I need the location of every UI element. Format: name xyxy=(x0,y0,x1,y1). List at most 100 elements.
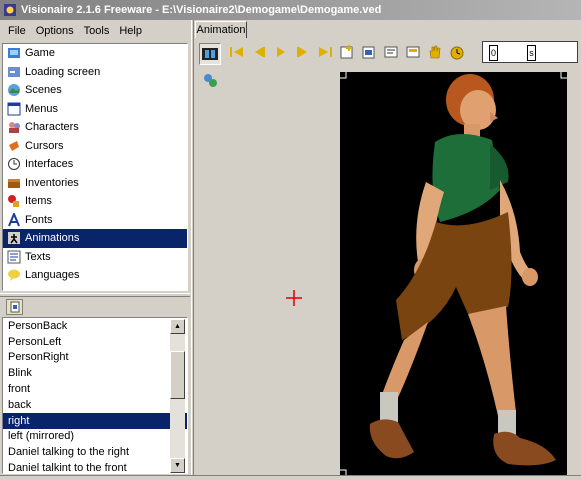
category-item-items[interactable]: Items xyxy=(3,192,187,211)
list-scrollbar[interactable]: ▲ ▼ xyxy=(170,319,185,473)
items-icon xyxy=(8,195,19,208)
animation-toolbar: 0 s xyxy=(226,40,581,64)
category-item-loading-screen[interactable]: Loading screen xyxy=(3,63,187,82)
category-item-cursors[interactable]: Cursors xyxy=(3,137,187,156)
timer-button[interactable] xyxy=(446,41,468,63)
menus-icon xyxy=(7,102,21,116)
frame-marker[interactable]: 0 xyxy=(489,45,498,61)
add-frame-button[interactable] xyxy=(336,41,358,63)
frame-properties-icon xyxy=(384,46,398,58)
last-frame-button[interactable] xyxy=(314,41,336,63)
new-document-icon xyxy=(10,301,20,313)
category-item-scenes[interactable]: Scenes xyxy=(3,81,187,100)
category-label: Animations xyxy=(25,232,80,245)
next-frame-button[interactable] xyxy=(292,41,314,63)
category-label: Menus xyxy=(25,102,59,115)
frame-preview xyxy=(340,72,567,476)
menu-file[interactable]: File xyxy=(3,23,31,39)
category-label: Interfaces xyxy=(25,158,74,171)
vertical-divider[interactable] xyxy=(191,20,194,480)
insert-frame-button[interactable] xyxy=(358,41,380,63)
category-item-menus[interactable]: Menus xyxy=(3,100,187,119)
insert-frame-icon xyxy=(362,46,375,59)
frame-properties-button[interactable] xyxy=(380,41,402,63)
first-frame-icon xyxy=(230,47,243,57)
category-label: Fonts xyxy=(25,213,53,226)
list-item[interactable]: PersonBack xyxy=(3,318,187,334)
category-label: Cursors xyxy=(25,139,64,152)
category-label: Characters xyxy=(25,121,79,134)
scroll-up-button[interactable]: ▲ xyxy=(170,319,185,334)
character-preview-button[interactable] xyxy=(199,70,221,92)
hand-icon xyxy=(429,45,441,59)
category-item-languages[interactable]: Languages xyxy=(3,266,187,285)
list-item[interactable]: Daniel talking to the right xyxy=(3,444,187,460)
list-item[interactable]: back xyxy=(3,397,187,413)
game-icon xyxy=(8,48,20,59)
status-bar xyxy=(0,475,581,480)
editor-tool-column xyxy=(196,40,222,476)
next-frame-icon xyxy=(297,47,307,57)
panel-splitter[interactable] xyxy=(0,293,190,297)
inventories-icon xyxy=(8,178,20,188)
characters-icon xyxy=(9,122,20,134)
category-item-inventories[interactable]: Inventories xyxy=(3,174,187,193)
category-item-game[interactable]: Game xyxy=(3,44,187,63)
list-item[interactable]: front xyxy=(3,381,187,397)
scroll-thumb[interactable] xyxy=(170,351,185,399)
frame-info-button[interactable] xyxy=(402,41,424,63)
scenes-icon xyxy=(8,84,20,97)
category-label: Texts xyxy=(25,250,51,263)
title-bar: Visionaire 2.1.6 Freeware - E:\Visionair… xyxy=(0,0,581,20)
menu-help[interactable]: Help xyxy=(114,23,147,39)
first-frame-button[interactable] xyxy=(226,41,248,63)
last-frame-icon xyxy=(319,47,332,57)
tab-animation[interactable]: Animation xyxy=(195,21,247,38)
list-item[interactable]: left (mirrored) xyxy=(3,429,187,445)
play-button[interactable] xyxy=(270,41,292,63)
list-item[interactable]: Blink xyxy=(3,365,187,381)
category-item-interfaces[interactable]: Interfaces xyxy=(3,155,187,174)
list-item[interactable]: Daniel talkint to the front xyxy=(3,460,187,476)
fonts-icon xyxy=(8,212,20,227)
animation-list: PersonBack PersonLeft PersonRight Blink … xyxy=(2,317,188,474)
play-icon xyxy=(277,47,285,57)
category-label: Scenes xyxy=(25,84,62,97)
hand-tool-button[interactable] xyxy=(424,41,446,63)
add-frame-icon xyxy=(340,45,353,59)
frame-strip[interactable]: 0 s xyxy=(482,41,578,63)
animations-icon xyxy=(8,232,20,245)
category-item-characters[interactable]: Characters xyxy=(3,118,187,137)
character-icon xyxy=(204,74,217,87)
menu-bar: File Options Tools Help xyxy=(0,20,192,42)
category-label: Loading screen xyxy=(25,65,101,78)
list-item-selected[interactable]: right xyxy=(3,412,187,429)
list-item[interactable]: PersonLeft xyxy=(3,334,187,350)
center-crosshair[interactable] xyxy=(286,290,302,306)
loading-screen-icon xyxy=(8,66,20,77)
category-label: Game xyxy=(25,47,55,60)
previous-frame-button[interactable] xyxy=(248,41,270,63)
scroll-down-button[interactable]: ▼ xyxy=(170,458,185,473)
list-toolbar xyxy=(2,298,188,316)
category-list: Game Loading screen Scenes Menus Charact… xyxy=(2,43,188,291)
app-icon xyxy=(4,4,16,16)
frames-tool-button[interactable] xyxy=(199,43,221,65)
category-item-animations[interactable]: Animations xyxy=(3,229,187,248)
film-strip-icon xyxy=(202,48,218,60)
frame-info-icon xyxy=(406,46,420,58)
category-item-fonts[interactable]: Fonts xyxy=(3,211,187,230)
category-item-texts[interactable]: Texts xyxy=(3,248,187,267)
walking-character-sprite xyxy=(340,72,567,476)
window-title: Visionaire 2.1.6 Freeware - E:\Visionair… xyxy=(21,4,382,16)
new-animation-button[interactable] xyxy=(6,299,23,315)
list-item[interactable]: PersonRight xyxy=(3,350,187,366)
texts-icon xyxy=(7,250,21,264)
animation-canvas[interactable] xyxy=(224,66,581,476)
menu-options[interactable]: Options xyxy=(31,23,79,39)
frame-marker[interactable]: s xyxy=(527,45,536,61)
menu-tools[interactable]: Tools xyxy=(79,23,115,39)
previous-frame-icon xyxy=(255,47,265,57)
category-label: Inventories xyxy=(25,176,79,189)
category-label: Languages xyxy=(25,269,80,282)
